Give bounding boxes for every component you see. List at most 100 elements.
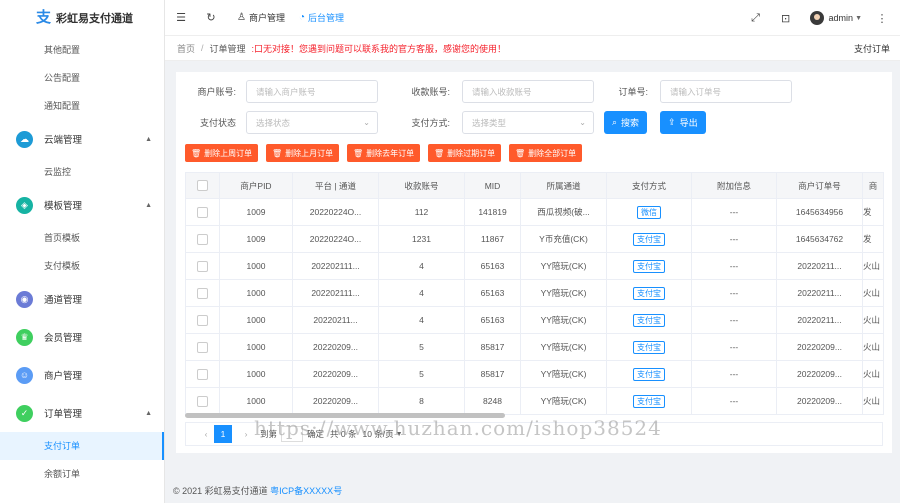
status-placeholder: 选择状态 [256,117,291,128]
sidebar-group-cloud[interactable]: ☁ 云端管理 ▲ [0,120,164,158]
table-row[interactable]: 1000 20220209... 5 85817 YY陪玩(CK) 支付宝 --- 20220… [185,360,884,388]
table-cell: 141819 [464,198,521,226]
row-checkbox[interactable] [185,306,220,334]
sidebar-item-notice-config[interactable]: 公告配置 [0,64,164,92]
topbar-right: ⤢ ⊡ admin ▼ ⋮ [738,0,894,36]
table-cell: 20220209... [292,360,379,388]
table-cell: Y币充值(CK) [520,225,607,253]
status-select[interactable]: 选择状态 ⌄ [246,111,378,134]
table-cell: 8248 [464,387,521,415]
table-row[interactable]: 1009 20220224O... 1231 11867 Y币充值(CK) 支付宝 --- 1… [185,225,884,253]
page-current[interactable]: 1 [214,425,232,443]
button-label: 删除过期订单 [447,148,496,158]
pay-method-badge: 支付宝 [633,286,665,300]
order-icon: ✓ [16,404,33,422]
table-row[interactable]: 1000 20220209... 5 85817 YY陪玩(CK) 支付宝 --- 20220… [185,333,884,361]
sidebar-item-other-config[interactable]: 其他配置 [0,36,164,64]
filter-row-2: 支付状态 选择状态 ⌄ 支付方式: 选择类型 ⌄ ⌕ 搜索 ⇪ 导出 [176,111,706,134]
row-checkbox[interactable] [185,252,220,280]
table-row[interactable]: 1009 20220224O... 112 141819 西瓜视频(破... 微信 --- 1… [185,198,884,226]
delete-last-week-button[interactable]: 🗑 删除上周订单 [185,144,259,162]
sidebar-item-cloud-monitor[interactable]: 云监控 [0,158,164,186]
col-header: 所属通道 [520,172,607,199]
method-select[interactable]: 选择类型 ⌄ [462,111,594,134]
sidebar-item-home-template[interactable]: 首页模板 [0,224,164,252]
delete-last-month-button[interactable]: 🗑 删除上月订单 [266,144,340,162]
table-cell: 火山 [862,333,884,361]
order-input[interactable]: 请输入订单号 [660,80,792,103]
fullscreen-icon[interactable]: ⤢ [744,12,768,25]
avatar[interactable] [809,11,824,25]
select-all-checkbox[interactable] [185,172,220,199]
delete-expired-button[interactable]: 🗑 删除过期订单 [428,144,502,162]
row-checkbox[interactable] [185,225,220,253]
col-header: 平台 | 通道 [292,172,379,199]
button-label: 删除上月订单 [285,148,334,158]
app-logo[interactable]: 支 彩虹易支付通道 [0,0,164,36]
next-page-icon[interactable]: › [238,426,254,442]
table-cell: 1009 [219,198,293,226]
order-panel: 商户账号: 请输入商户账号 收款账号: 请输入收款账号 订单号: 请输入订单号 … [176,72,892,453]
table-cell: 65163 [464,279,521,307]
table-cell: 5 [378,360,465,388]
table-cell: 1000 [219,333,293,361]
sidebar-group-label: 云端管理 [44,135,83,146]
sidebar-item-notify-config[interactable]: 通知配置 [0,92,164,120]
export-button[interactable]: ⇪ 导出 [660,111,706,134]
table-cell: 85817 [464,333,521,361]
trash-icon: 🗑 [434,148,445,158]
sidebar-group-member[interactable]: ♛ 会员管理 [0,318,164,356]
row-checkbox[interactable] [185,333,220,361]
order-label: 订单号: [618,87,648,97]
table-cell: 火山 [862,387,884,415]
user-name[interactable]: admin [829,13,854,23]
table-cell: YY陪玩(CK) [520,360,607,388]
table-cell: 20220209... [292,387,379,415]
sidebar-group-template[interactable]: ◈ 模板管理 ▲ [0,186,164,224]
table-row[interactable]: 1000 202202111... 4 65163 YY陪玩(CK) 支付宝 --- 2022… [185,252,884,280]
refresh-icon[interactable]: ↻ [199,11,223,24]
tab-merchant[interactable]: ♙ 商户管理 [237,11,285,24]
row-checkbox[interactable] [185,279,220,307]
table-row[interactable]: 1000 202202111... 4 65163 YY陪玩(CK) 支付宝 --- 2022… [185,279,884,307]
table-row[interactable]: 1000 20220209... 8 8248 YY陪玩(CK) 支付宝 --- 202202… [185,387,884,415]
pay-method-badge: 支付宝 [633,232,665,246]
table-cell: 65163 [464,306,521,334]
chevron-down-icon[interactable]: ▼ [855,15,862,22]
table-cell: 20220209... [292,333,379,361]
table-row[interactable]: 1000 20220211... 4 65163 YY陪玩(CK) 支付宝 --- 20220… [185,306,884,334]
sidebar-group-order[interactable]: ✓ 订单管理 ▲ [0,394,164,432]
table-cell: 20220209... [776,333,863,361]
sidebar-group-channel[interactable]: ◉ 通道管理 [0,280,164,318]
sidebar-item-balance-orders[interactable]: 余额订单 [0,460,164,488]
row-checkbox[interactable] [185,360,220,388]
breadcrumb-home[interactable]: 首页 [177,42,195,55]
lock-icon[interactable]: ⊡ [774,12,798,25]
collect-label: 收款账号: [411,87,450,97]
table-cell: 85817 [464,360,521,388]
table-cell: 支付宝 [606,279,692,307]
table-cell: 火山 [862,279,884,307]
search-button[interactable]: ⌕ 搜索 [604,111,648,134]
export-button-label: 导出 [679,118,698,128]
more-icon[interactable]: ⋮ [870,12,894,25]
sidebar-item-pay-template[interactable]: 支付模板 [0,252,164,280]
row-checkbox[interactable] [185,198,220,226]
pay-method-badge: 支付宝 [633,367,665,381]
sidebar-group-merchant[interactable]: ☺ 商户管理 [0,356,164,394]
table-cell: --- [691,279,777,307]
table-cell: --- [691,306,777,334]
collect-input[interactable]: 请输入收款账号 [462,80,594,103]
icp-link[interactable]: 粤ICP备XXXXX号 [270,486,342,496]
sidebar-item-pay-orders[interactable]: 支付订单 [0,432,164,460]
table-cell: 火山 [862,360,884,388]
delete-all-button[interactable]: 🗑 删除全部订单 [509,144,583,162]
menu-collapse-icon[interactable]: ☰ [169,11,193,24]
dashboard-icon: ◔ [298,12,306,23]
tab-admin[interactable]: ◔ 后台管理 [299,11,344,24]
prev-page-icon[interactable]: ‹ [198,426,214,442]
row-checkbox[interactable] [185,387,220,415]
delete-last-year-button[interactable]: 🗑 删除去年订单 [347,144,421,162]
user-icon: ♙ [237,12,246,23]
merchant-input[interactable]: 请输入商户账号 [246,80,378,103]
